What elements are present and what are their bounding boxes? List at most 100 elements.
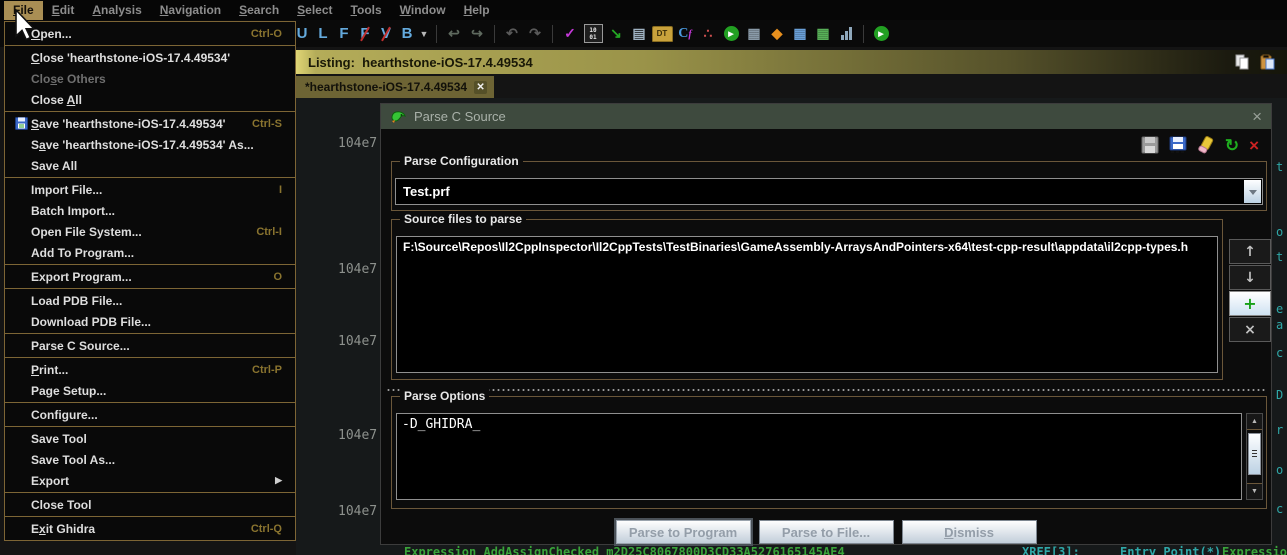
menu-item-label: Import File... bbox=[31, 183, 102, 197]
scrollbar-thumb[interactable] bbox=[1248, 433, 1261, 475]
parse-options-group: Parse Options -D_GHIDRA_ ▲ ▼ bbox=[391, 396, 1267, 509]
undo-icon[interactable]: ↶ bbox=[501, 23, 523, 45]
refresh-icon[interactable]: ↻ bbox=[1225, 137, 1239, 154]
validate-icon[interactable]: ✓ bbox=[559, 23, 581, 45]
jump-in-icon[interactable]: ↪ bbox=[466, 23, 488, 45]
listing-address: 104e7 bbox=[338, 334, 381, 349]
menu-section: Parse C Source... bbox=[5, 334, 295, 358]
menu-item-save-tool-as[interactable]: Save Tool As... bbox=[5, 449, 295, 470]
listing-edge-fragment: a bbox=[1276, 318, 1283, 332]
menubar-item-navigation[interactable]: Navigation bbox=[151, 1, 230, 20]
parse-to-file-button[interactable]: Parse to File... bbox=[759, 520, 894, 544]
combobox-dropdown-button[interactable] bbox=[1244, 180, 1261, 203]
move-up-button[interactable]: ↑ bbox=[1229, 239, 1271, 264]
disassemble-icon[interactable]: ↘ bbox=[605, 23, 627, 45]
listing-edge-fragment: t bbox=[1276, 250, 1283, 264]
menubar-item-window[interactable]: Window bbox=[391, 1, 455, 20]
menu-item-label: Print... bbox=[31, 363, 68, 377]
menu-item-import-file[interactable]: Import File...I bbox=[5, 179, 295, 200]
icon-l-button[interactable]: L bbox=[313, 23, 333, 45]
menu-item-open-file-system[interactable]: Open File System...Ctrl-I bbox=[5, 221, 295, 242]
call-graph-icon[interactable]: ∴ bbox=[697, 23, 719, 45]
table-export-icon[interactable]: ▦ bbox=[812, 23, 834, 45]
diamond-icon[interactable]: ◆ bbox=[766, 23, 788, 45]
save-profile-as-icon[interactable] bbox=[1169, 136, 1187, 154]
menubar-item-select[interactable]: Select bbox=[288, 1, 341, 20]
redo-icon[interactable]: ↷ bbox=[524, 23, 546, 45]
source-file-row[interactable]: F:\Source\Repos\Il2CppInspector\Il2CppTe… bbox=[397, 237, 1217, 257]
menu-item-print[interactable]: Print...Ctrl-P bbox=[5, 359, 295, 380]
icon-f-struck-button[interactable]: F bbox=[355, 23, 375, 45]
menu-item-save-all[interactable]: Save All bbox=[5, 155, 295, 176]
source-files-group: Source files to parse F:\Source\Repos\Il… bbox=[391, 219, 1223, 380]
delete-profile-icon[interactable]: × bbox=[1249, 137, 1259, 154]
menu-item-label: Save 'hearthstone-iOS-17.4.49534' As... bbox=[31, 138, 254, 152]
menu-item-close-tool[interactable]: Close Tool bbox=[5, 494, 295, 515]
menu-item-save-tool[interactable]: Save Tool bbox=[5, 428, 295, 449]
menu-item-close-others[interactable]: Close Others bbox=[5, 68, 295, 89]
dialog-toolbar: ↻ × bbox=[1141, 135, 1259, 155]
menubar-item-tools[interactable]: Tools bbox=[342, 1, 391, 20]
splitter-handle[interactable] bbox=[385, 387, 1267, 393]
run-icon[interactable]: ▶ bbox=[720, 23, 742, 45]
jump-out-icon[interactable]: ↩ bbox=[443, 23, 465, 45]
tab-close-icon[interactable]: ✕ bbox=[474, 81, 487, 94]
remove-file-button[interactable]: × bbox=[1229, 317, 1271, 342]
menu-item-save-hearthstone-ios-17-4-49534-as[interactable]: Save 'hearthstone-iOS-17.4.49534' As... bbox=[5, 134, 295, 155]
menu-item-batch-import[interactable]: Batch Import... bbox=[5, 200, 295, 221]
dialog-close-icon[interactable]: × bbox=[1252, 108, 1262, 125]
scroll-up-icon[interactable]: ▲ bbox=[1247, 414, 1262, 430]
chevron-down-icon[interactable]: ▼ bbox=[418, 29, 430, 39]
c-function-icon[interactable]: Cf bbox=[674, 23, 696, 45]
table-icon[interactable]: ▦ bbox=[789, 23, 811, 45]
add-file-button[interactable]: + bbox=[1229, 291, 1271, 316]
parse-configuration-combobox[interactable]: Test.prf bbox=[395, 178, 1263, 205]
parse-options-scrollbar[interactable]: ▲ ▼ bbox=[1246, 413, 1263, 500]
run-script-icon[interactable]: ▶ bbox=[870, 23, 892, 45]
icon-b-button[interactable]: B bbox=[397, 23, 417, 45]
data-type-manager-icon[interactable]: DT bbox=[651, 23, 673, 45]
listing-edge-fragment: o bbox=[1276, 225, 1283, 239]
menu-section: Open...Ctrl-O bbox=[5, 22, 295, 46]
menu-item-export[interactable]: Export▶ bbox=[5, 470, 295, 491]
menu-item-close-all[interactable]: Close All bbox=[5, 89, 295, 110]
listing-bottom-line: Expression_AddAssignChecked_m2D25C806780… bbox=[296, 545, 1287, 555]
menu-item-add-to-program[interactable]: Add To Program... bbox=[5, 242, 295, 263]
menubar-item-search[interactable]: Search bbox=[230, 1, 288, 20]
memory-chip-icon[interactable]: ▦ bbox=[743, 23, 765, 45]
menubar-item-edit[interactable]: Edit bbox=[43, 1, 84, 20]
paste-icon[interactable] bbox=[1259, 54, 1275, 70]
menu-item-page-setup[interactable]: Page Setup... bbox=[5, 380, 295, 401]
parse-to-program-button[interactable]: Parse to Program bbox=[616, 520, 751, 544]
listing-panel-header[interactable]: Listing: hearthstone-iOS-17.4.49534 bbox=[296, 50, 1287, 74]
menubar-item-analysis[interactable]: Analysis bbox=[83, 1, 150, 20]
menu-item-export-program[interactable]: Export Program...O bbox=[5, 266, 295, 287]
listing-address: 104e7 bbox=[338, 504, 381, 519]
menu-item-open[interactable]: Open...Ctrl-O bbox=[5, 23, 295, 44]
copy-icon[interactable] bbox=[1234, 54, 1250, 70]
menu-item-shortcut: Ctrl-I bbox=[244, 226, 282, 238]
scroll-down-icon[interactable]: ▼ bbox=[1247, 483, 1262, 499]
dialog-title-bar[interactable]: Parse C Source × bbox=[381, 104, 1271, 129]
icon-v-struck-button[interactable]: V bbox=[376, 23, 396, 45]
listing-address: 104e7 bbox=[338, 428, 381, 443]
save-profile-icon[interactable] bbox=[1141, 136, 1159, 154]
binary-view-icon[interactable]: 1001 bbox=[582, 23, 604, 45]
menubar-item-help[interactable]: Help bbox=[455, 1, 499, 20]
memory-map-icon[interactable]: ▤ bbox=[628, 23, 650, 45]
menu-item-download-pdb-file[interactable]: Download PDB File... bbox=[5, 311, 295, 332]
menu-item-exit-ghidra[interactable]: Exit GhidraCtrl-Q bbox=[5, 518, 295, 539]
menu-item-load-pdb-file[interactable]: Load PDB File... bbox=[5, 290, 295, 311]
menu-item-save-hearthstone-ios-17-4-49534[interactable]: Save 'hearthstone-iOS-17.4.49534'Ctrl-S bbox=[5, 113, 295, 134]
source-files-list[interactable]: F:\Source\Repos\Il2CppInspector\Il2CppTe… bbox=[396, 236, 1218, 373]
move-down-button[interactable]: ↓ bbox=[1229, 265, 1271, 290]
dismiss-button[interactable]: Dismiss bbox=[902, 520, 1037, 544]
parse-options-textarea[interactable]: -D_GHIDRA_ bbox=[396, 413, 1242, 500]
menu-item-close-hearthstone-ios-17-4-49534[interactable]: Close 'hearthstone-iOS-17.4.49534' bbox=[5, 47, 295, 68]
chart-icon[interactable] bbox=[835, 23, 857, 45]
tab-hearthstone[interactable]: *hearthstone-iOS-17.4.49534 ✕ bbox=[296, 76, 494, 98]
menu-item-parse-c-source[interactable]: Parse C Source... bbox=[5, 335, 295, 356]
menu-item-configure[interactable]: Configure... bbox=[5, 404, 295, 425]
icon-f-button[interactable]: F bbox=[334, 23, 354, 45]
clear-profile-icon[interactable] bbox=[1197, 136, 1215, 154]
